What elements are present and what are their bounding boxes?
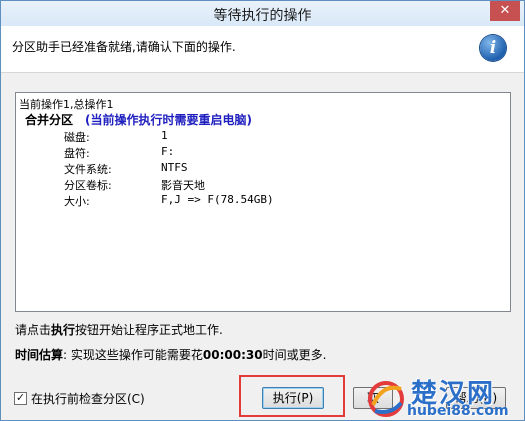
watermark-logo-icon	[368, 381, 404, 417]
property-value: F:	[161, 145, 175, 158]
instruction-bold: 执行	[51, 323, 76, 337]
dialog-window: 等待执行的操作 ✕ 分区助手已经准备就绪,请确认下面的操作. i 当前操作1,总…	[0, 0, 525, 421]
property-label: 磁盘:	[64, 131, 90, 144]
instruction-suffix: 按钮开始让程序正式地工作.	[75, 323, 223, 337]
property-label: 盘符:	[64, 147, 90, 160]
header-band: 分区助手已经准备就绪,请确认下面的操作. i	[1, 26, 524, 73]
window-title: 等待执行的操作	[213, 8, 312, 24]
check-partition-checkbox[interactable]: ✓	[14, 392, 27, 405]
header-message: 分区助手已经准备就绪,请确认下面的操作.	[12, 40, 236, 54]
operation-name: 合并分区	[25, 113, 74, 127]
instruction-text: 请点击执行按钮开始让程序正式地工作.	[15, 321, 223, 338]
restart-warning: (当前操作执行时需要重启电脑)	[85, 113, 252, 127]
property-value: F,J => F(78.54GB)	[161, 193, 274, 206]
estimate-suffix: 时间或更多.	[262, 348, 327, 362]
estimate-text: : 实现这些操作可能需要花	[63, 348, 203, 362]
estimate-time: 00:00:30	[202, 348, 263, 362]
time-estimate: 时间估算: 实现这些操作可能需要花00:00:30时间或更多.	[15, 346, 326, 363]
execute-button[interactable]: 执行(P)	[262, 387, 324, 409]
title-bar[interactable]: 等待执行的操作 ✕	[1, 1, 524, 26]
operation-title: 合并分区 (当前操作执行时需要重启电脑)	[25, 111, 252, 128]
site-watermark: 楚汉网 hubei88.com	[363, 373, 524, 420]
operation-counter: 当前操作1,总操作1	[19, 98, 114, 111]
check-partition-label: 在执行前检查分区(C)	[31, 392, 145, 406]
check-partition-option[interactable]: ✓ 在执行前检查分区(C)	[14, 390, 145, 407]
info-icon: i	[480, 35, 506, 61]
property-label: 文件系统:	[64, 163, 112, 176]
property-label: 分区卷标:	[64, 179, 112, 192]
info-icon-glyph: i	[489, 38, 497, 58]
operations-list[interactable]: 当前操作1,总操作1 合并分区 (当前操作执行时需要重启电脑) 磁盘: 1 盘符:…	[15, 92, 511, 312]
close-button[interactable]: ✕	[490, 1, 520, 21]
estimate-label: 时间估算	[15, 348, 64, 362]
property-value: 1	[161, 129, 168, 142]
instruction-prefix: 请点击	[15, 323, 52, 337]
close-icon: ✕	[499, 3, 511, 18]
property-value: NTFS	[161, 161, 188, 174]
property-value: 影音天地	[161, 179, 205, 192]
property-label: 大小:	[64, 195, 90, 208]
watermark-url: hubei88.com	[407, 403, 509, 419]
checkmark-icon: ✓	[15, 391, 26, 404]
